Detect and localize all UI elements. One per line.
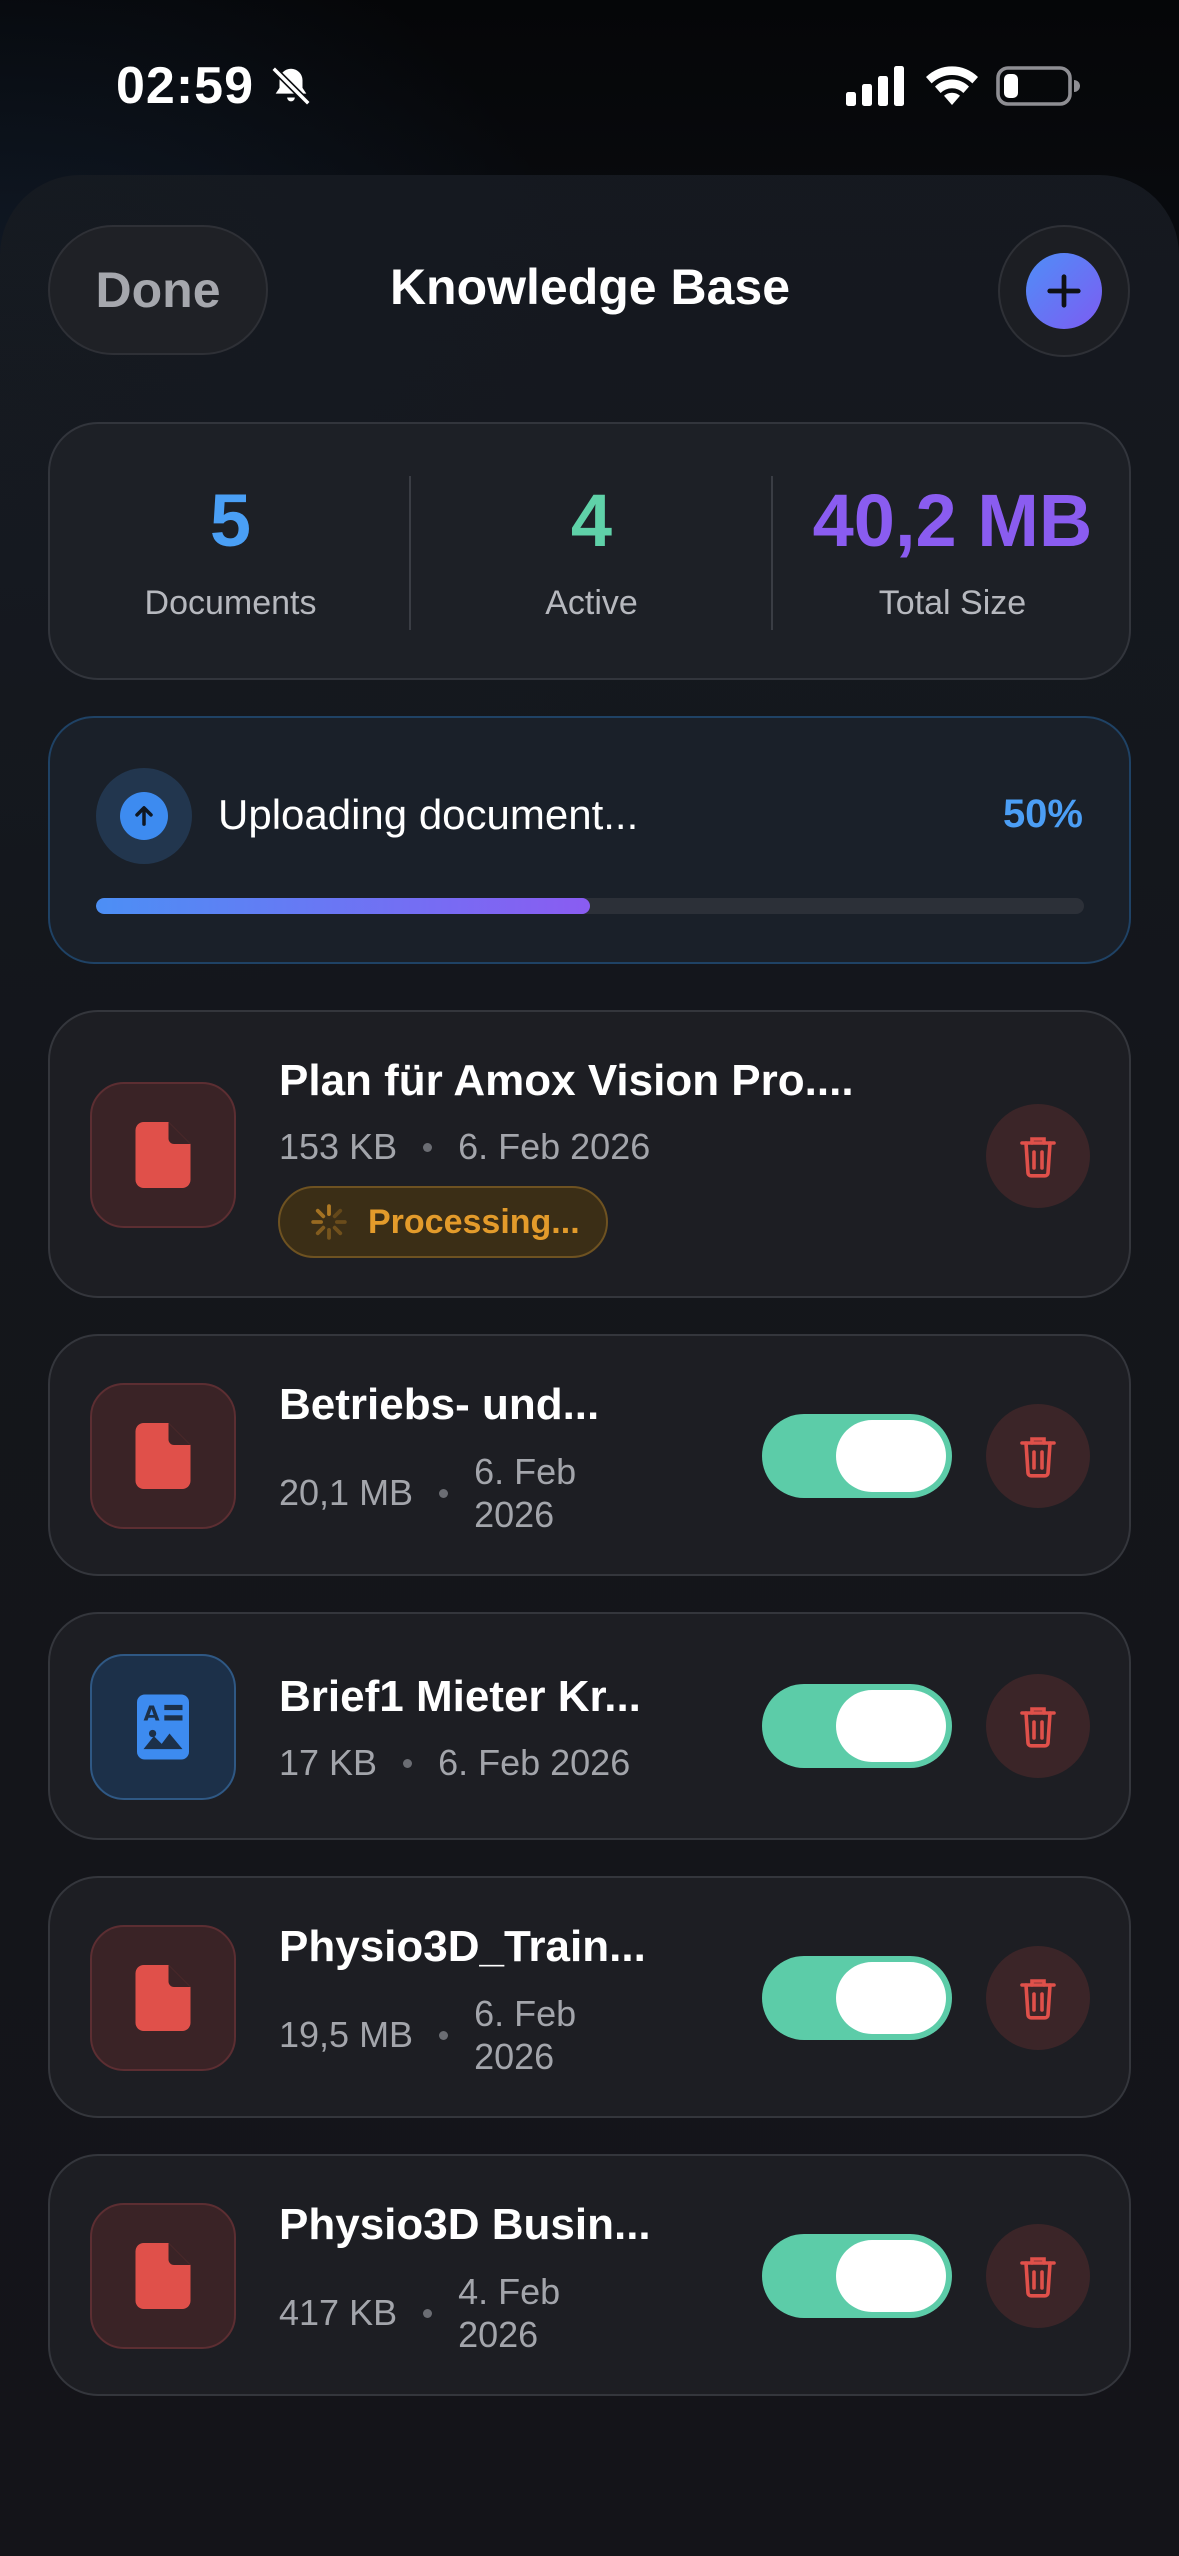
active-toggle[interactable] [762,1956,952,2040]
active-toggle[interactable] [762,1684,952,1768]
upload-icon-container [96,768,192,864]
delete-button[interactable] [986,1674,1090,1778]
document-meta: 153 KB 6. Feb 2026 [279,1126,650,1168]
upload-progress-track [96,898,1084,914]
battery-icon [996,66,1080,106]
upload-status-text: Uploading document... [218,791,639,838]
stat-label: Active [545,583,638,622]
document-size: 19,5 MB [279,2014,414,2055]
upload-percent: 50% [1002,792,1083,836]
date-line-2: 2026 [458,2314,539,2355]
document-date: 6. Feb 2026 [474,1450,576,1536]
document-size: 20,1 MB [279,1472,414,1513]
document-name: Physio3D Busin... [279,2200,651,2249]
meta-separator [439,2030,449,2040]
meta-separator [403,1758,413,1768]
meta-separator [423,1142,433,1152]
document-size: 17 KB [279,1742,378,1783]
page-title: Knowledge Base [389,259,791,315]
document-meta: 417 KB 4. Feb 2026 [279,2270,560,2356]
toggle-knob [836,1962,946,2034]
pdf-document-icon [90,1082,236,1228]
document-date: 6. Feb 2026 [474,1992,576,2078]
document-size: 417 KB [279,2292,398,2333]
spinner-icon [311,1204,347,1240]
date-line-2: 2026 [474,2036,555,2077]
stat-value: 5 [209,478,252,562]
stats-card: 5 Documents 4 Active 40,2 MB Total Size [48,422,1131,680]
trash-icon [1020,1437,1056,1478]
document-meta: 20,1 MB 6. Feb 2026 [279,1450,576,1536]
date-line-1: 4. Feb [458,2271,561,2312]
document-size: 153 KB [279,1126,398,1167]
active-toggle[interactable] [762,1414,952,1498]
stat-documents: 5 Documents [50,424,411,682]
plus-icon [1047,274,1081,308]
document-card[interactable]: Betriebs- und... 20,1 MB 6. Feb 2026 [48,1334,1131,1576]
done-button[interactable]: Done [48,225,268,355]
trash-icon [1020,2257,1056,2298]
upload-progress-card: Uploading document... 50% [48,716,1131,964]
document-name: Brief1 Mieter Kr... [279,1672,641,1721]
wifi-icon [926,66,978,105]
add-button-circle[interactable] [1026,253,1102,329]
stat-value: 4 [570,478,613,562]
stat-label: Total Size [878,583,1027,622]
stat-value: 40,2 MB [812,478,1093,562]
document-card[interactable]: Plan für Amox Vision Pro.... 153 KB 6. F… [48,1010,1131,1298]
stat-active: 4 Active [411,424,772,682]
delete-button[interactable] [986,1404,1090,1508]
svg-text:A: A [144,1702,160,1726]
document-date: 6. Feb 2026 [438,1742,631,1783]
add-document-button[interactable] [998,225,1130,357]
stat-label: Documents [144,583,317,622]
toggle-knob [836,1690,946,1762]
document-card[interactable]: Physio3D_Train... 19,5 MB 6. Feb 2026 [48,1876,1131,2118]
pdf-document-icon [90,1925,236,2071]
pdf-document-icon [90,1383,236,1529]
document-meta: 19,5 MB 6. Feb 2026 [279,1992,576,2078]
date-line-1: 6. Feb [474,1993,577,2034]
processing-badge: Processing... [278,1186,608,1258]
date-line-1: 6. Feb [474,1451,577,1492]
cellular-signal-icon [846,66,904,106]
screen: 02:59 Done Knowledge Base 5 Documents 4 … [0,0,1179,2556]
meta-separator [439,1488,449,1498]
document-name: Physio3D_Train... [279,1922,646,1971]
stat-total-size: 40,2 MB Total Size [772,424,1133,682]
document-meta: 17 KB 6. Feb 2026 [279,1742,630,1784]
pdf-document-icon [90,2203,236,2349]
bell-slash-icon [271,66,311,106]
toggle-knob [836,2240,946,2312]
processing-label: Processing... [368,1202,580,1241]
document-date: 6. Feb 2026 [458,1126,651,1167]
document-name: Betriebs- und... [279,1380,600,1429]
delete-button[interactable] [986,2224,1090,2328]
document-card[interactable]: Physio3D Busin... 417 KB 4. Feb 2026 [48,2154,1131,2396]
delete-button[interactable] [986,1946,1090,2050]
meta-separator [423,2308,433,2318]
document-card[interactable]: A Brief1 Mieter Kr... 17 KB 6. Feb 2026 [48,1612,1131,1840]
trash-icon [1020,1979,1056,2020]
delete-button[interactable] [986,1104,1090,1208]
status-bar: 02:59 [0,0,1179,175]
trash-icon [1020,1137,1056,1178]
date-line-2: 2026 [474,1494,555,1535]
active-toggle[interactable] [762,2234,952,2318]
status-time: 02:59 [116,57,254,115]
image-document-icon: A [90,1654,236,1800]
toggle-knob [836,1420,946,1492]
document-date: 4. Feb 2026 [458,2270,560,2356]
upload-arrow-icon [120,792,168,840]
document-name: Plan für Amox Vision Pro.... [279,1056,854,1105]
trash-icon [1020,1707,1056,1748]
upload-progress-fill [96,898,590,914]
